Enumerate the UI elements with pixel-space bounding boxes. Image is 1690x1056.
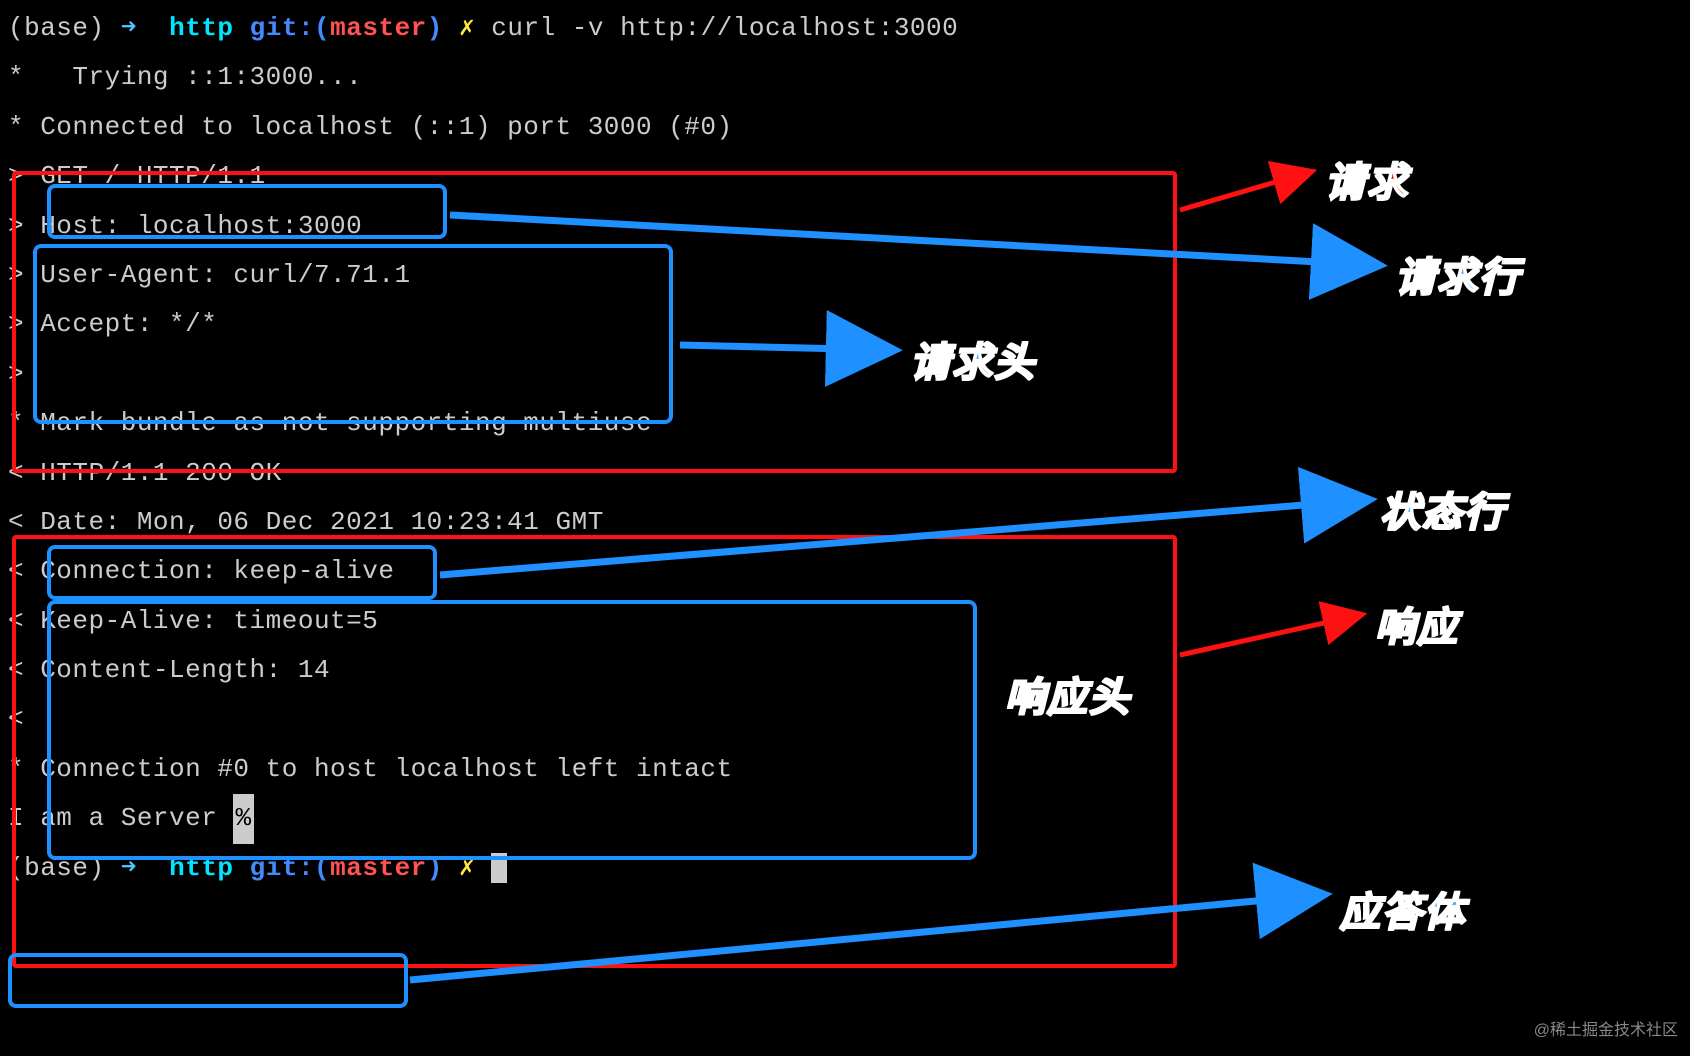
annotation-request-line: 请求行 bbox=[1395, 240, 1521, 316]
line-response-body: I am a Server % bbox=[8, 794, 1682, 843]
annotation-request-headers: 请求头 bbox=[910, 325, 1036, 401]
response-body-box bbox=[8, 953, 408, 1008]
cursor-icon bbox=[491, 853, 507, 883]
line-left-intact: * Connection #0 to host localhost left i… bbox=[8, 745, 1682, 794]
line-request-empty: > bbox=[8, 350, 1682, 399]
line-trying: * Trying ::1:3000... bbox=[8, 53, 1682, 102]
annotation-request: 请求 bbox=[1325, 145, 1409, 221]
percent-icon: % bbox=[233, 794, 253, 843]
line-connected: * Connected to localhost (::1) port 3000… bbox=[8, 103, 1682, 152]
annotation-response: 响应 bbox=[1375, 590, 1459, 666]
watermark: @稀土掘金技术社区 bbox=[1534, 1016, 1678, 1046]
line-request-line: > GET / HTTP/1.1 bbox=[8, 152, 1682, 201]
annotation-response-body: 应答体 bbox=[1340, 875, 1466, 951]
line-mark-bundle: * Mark bundle as not supporting multiuse bbox=[8, 399, 1682, 448]
annotation-status-line: 状态行 bbox=[1380, 475, 1506, 551]
line-response-empty: < bbox=[8, 695, 1682, 744]
annotation-response-headers: 响应头 bbox=[1005, 660, 1131, 736]
prompt-line-1: (base) ➜ http git:(master) ✗ curl -v htt… bbox=[8, 4, 1682, 53]
